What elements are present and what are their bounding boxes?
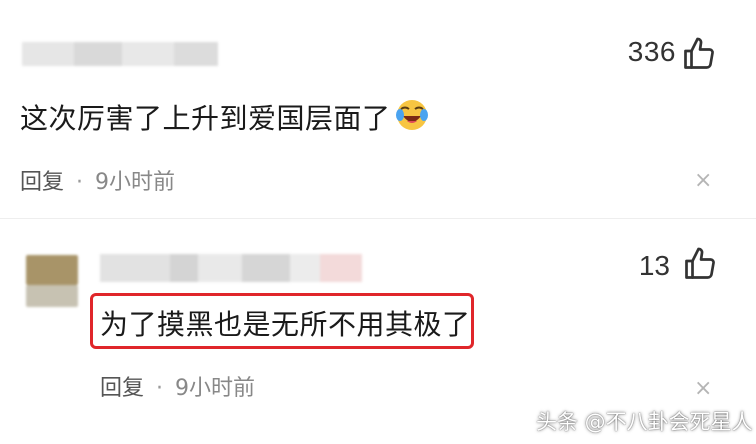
reply-text: 为了摸黑也是无所不用其极了 bbox=[100, 308, 471, 341]
watermark: 头条 @不八卦会死星人 bbox=[536, 410, 753, 434]
comment-text-content: 这次厉害了上升到爱国层面了 bbox=[20, 102, 391, 135]
meta-separator: · bbox=[156, 376, 164, 401]
close-icon[interactable]: × bbox=[694, 376, 712, 401]
comment-meta: 回复 · 9小时前 bbox=[20, 164, 175, 196]
thumbs-up-icon[interactable] bbox=[682, 246, 718, 282]
comment-divider bbox=[0, 218, 756, 219]
crying-laughing-emoji-icon bbox=[395, 98, 429, 132]
thumbs-up-icon[interactable] bbox=[681, 36, 717, 72]
comment-time: 9小时前 bbox=[95, 170, 176, 195]
username-blurred bbox=[100, 254, 362, 282]
comment-time: 9小时前 bbox=[175, 376, 256, 401]
close-icon[interactable]: × bbox=[694, 168, 712, 193]
comment-text: 这次厉害了上升到爱国层面了 bbox=[20, 94, 429, 137]
reply-button[interactable]: 回复 bbox=[20, 170, 64, 195]
username-blurred bbox=[22, 42, 218, 66]
avatar[interactable] bbox=[26, 255, 78, 307]
like-count: 13 bbox=[638, 250, 670, 281]
reply-button[interactable]: 回复 bbox=[100, 376, 144, 401]
like-count: 336 bbox=[627, 36, 676, 67]
meta-separator: · bbox=[76, 170, 84, 195]
comment-meta: 回复 · 9小时前 bbox=[100, 370, 255, 402]
